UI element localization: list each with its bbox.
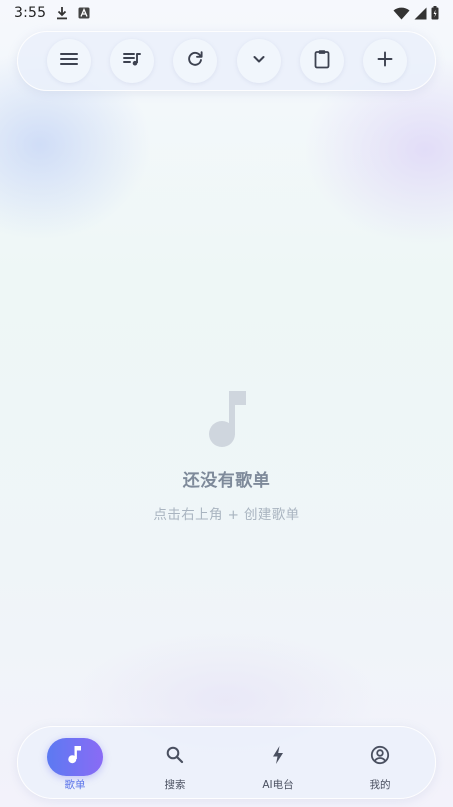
refresh-icon xyxy=(185,49,205,73)
nav-active-pill xyxy=(47,738,103,776)
status-bar: 3:55 xyxy=(0,0,453,26)
queue-button[interactable] xyxy=(110,39,155,83)
empty-title: 还没有歌单 xyxy=(182,471,271,491)
status-time: 3:55 xyxy=(14,5,47,21)
a-badge-icon xyxy=(78,7,90,19)
account-circle-icon xyxy=(370,745,390,769)
nav-item-search[interactable]: 搜索 xyxy=(140,727,210,800)
playlist-music-icon xyxy=(122,49,142,73)
clipboard-icon xyxy=(312,49,332,73)
clipboard-button[interactable] xyxy=(299,39,344,83)
search-icon xyxy=(165,745,185,769)
menu-icon xyxy=(59,49,79,73)
top-toolbar xyxy=(17,31,436,91)
nav-item-ai-radio[interactable]: AI电台 xyxy=(243,727,313,800)
refresh-button[interactable] xyxy=(173,39,218,83)
bolt-icon xyxy=(271,745,285,769)
chevron-down-icon xyxy=(249,49,269,73)
nav-label-search: 搜索 xyxy=(164,779,186,791)
music-note-icon xyxy=(205,388,249,450)
empty-state: 还没有歌单 点击右上角 + 创建歌单 xyxy=(0,388,453,523)
nav-label-playlists: 歌单 xyxy=(64,779,86,791)
menu-button[interactable] xyxy=(47,39,91,83)
battery-icon xyxy=(431,6,439,20)
empty-hint: 点击右上角 + 创建歌单 xyxy=(153,507,300,523)
bottom-nav: 歌单 搜索 AI电台 我的 xyxy=(17,726,436,799)
collapse-button[interactable] xyxy=(236,39,281,83)
add-playlist-button[interactable] xyxy=(362,39,407,83)
nav-item-playlists[interactable]: 歌单 xyxy=(40,727,110,800)
add-icon xyxy=(375,49,395,73)
nav-label-ai-radio: AI电台 xyxy=(262,779,294,791)
music-note-icon xyxy=(66,745,84,769)
nav-label-profile: 我的 xyxy=(369,779,391,791)
nav-item-profile[interactable]: 我的 xyxy=(345,727,415,800)
signal-icon xyxy=(414,7,427,20)
wifi-icon xyxy=(393,7,410,20)
download-icon xyxy=(56,6,68,20)
